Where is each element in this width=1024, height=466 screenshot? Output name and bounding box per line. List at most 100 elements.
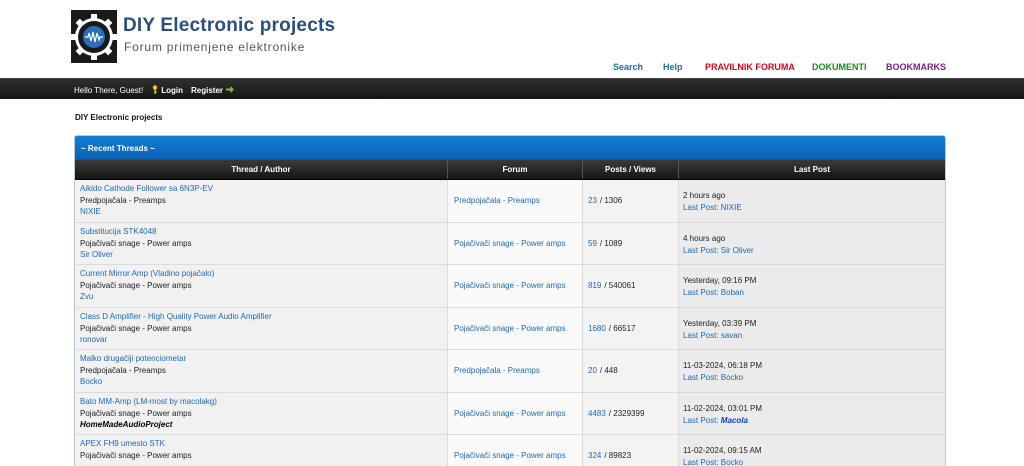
forum-link[interactable]: Predpojačala - Preamps [454, 196, 540, 205]
site-title: DIY Electronic projects [123, 15, 336, 36]
thread-author-link[interactable]: NIXIE [80, 206, 442, 217]
nav-user-panel: Hello There, Guest! Login Register [74, 84, 235, 96]
thread-title-link[interactable]: Substitucija STK4048 [80, 226, 442, 238]
last-post-prefix[interactable]: Last Post: [683, 373, 721, 382]
last-post-time: Yesterday, 09:16 PM [683, 276, 757, 285]
search-link[interactable]: Search [613, 62, 643, 72]
register-link[interactable]: Register [191, 86, 223, 95]
last-post-cell: 4 hours ago Last Post: Sir Oliver [679, 222, 945, 264]
last-post-user-link[interactable]: Boban [721, 288, 744, 297]
forum-link[interactable]: Pojačivači snage - Power amps [454, 451, 566, 460]
column-forum: Forum [448, 160, 583, 179]
threads-table-body: Aikido Cathode Follower sa 6N3P-EV Predpo… [75, 180, 945, 466]
column-last-post: Last Post [793, 165, 830, 174]
forum-cell: Pojačivači snage - Power amps [448, 307, 583, 349]
posts-count-link[interactable]: 23 [588, 196, 597, 205]
last-post-user-link[interactable]: savan [721, 331, 742, 340]
thread-forum-text: Predpojačala - Preamps [80, 196, 166, 205]
table-row: Substitucija STK4048 Pojačivači snage - P… [75, 222, 945, 265]
posts-count-link[interactable]: 4483 [588, 409, 606, 418]
last-post-cell: Yesterday, 03:39 PM Last Post: savan [679, 307, 945, 349]
thread-author-link[interactable]: Zvu [80, 291, 442, 302]
posts-views-cell: 20/ 448 [583, 350, 679, 392]
posts-count-link[interactable]: 819 [588, 281, 601, 290]
thread-title-link[interactable]: Class D Amplifier - High Quality Power A… [80, 311, 442, 323]
posts-count-link[interactable]: 59 [588, 239, 597, 248]
posts-views-cell: 324/ 89823 [583, 435, 679, 466]
last-post-line: Last Post: Bocko [683, 372, 945, 384]
last-post-cell: 2 hours ago Last Post: NIXIE [679, 180, 945, 222]
table-row: Current Mirror Amp (Vladino pojačalo) Poj… [75, 265, 945, 308]
last-post-time: 4 hours ago [683, 233, 726, 243]
thread-title-link[interactable]: Malko drugačiji potenciometar [80, 353, 442, 365]
thread-forum-text: Pojačivači snage - Power amps [80, 408, 192, 418]
posts-views-cell: 4483/ 2329399 [583, 392, 679, 434]
thread-author-link[interactable]: Sir Oliver [80, 249, 442, 260]
posts-count-link[interactable]: 324 [588, 451, 601, 460]
last-post-user-link[interactable]: Bocko [721, 458, 743, 466]
last-post-prefix[interactable]: Last Post: [683, 288, 721, 297]
last-post-user-link[interactable]: Macola [721, 416, 748, 425]
thread-forum-text: Pojačivači snage - Power amps [80, 323, 192, 333]
table-row: Aikido Cathode Follower sa 6N3P-EV Predpo… [75, 180, 945, 223]
table-row: Bato MM-Amp (LM-most by macolakg) Pojačiv… [75, 392, 945, 435]
last-post-line: Last Post: savan [683, 330, 945, 342]
help-link[interactable]: Help [663, 62, 683, 72]
last-post-prefix[interactable]: Last Post: [683, 246, 721, 255]
thread-cell: Aikido Cathode Follower sa 6N3P-EV Predpo… [75, 180, 448, 222]
thread-title-link[interactable]: APEX FH9 umesto STK [80, 438, 442, 450]
forum-link[interactable]: Pojačivači snage - Power amps [454, 281, 566, 290]
site-logo[interactable] [71, 10, 117, 63]
bookmarks-link[interactable]: BOOKMARKS [886, 62, 946, 72]
forum-link[interactable]: Pojačivači snage - Power amps [454, 409, 566, 418]
table-header: Thread / Author Forum Posts / Views Last… [75, 160, 945, 180]
thread-cell: Class D Amplifier - High Quality Power A… [75, 307, 448, 349]
key-icon [152, 84, 158, 96]
posts-count-link[interactable]: 1680 [588, 324, 606, 333]
forum-link[interactable]: Pojačivači snage - Power amps [454, 324, 566, 333]
posts-count-link[interactable]: 20 [588, 366, 597, 375]
last-post-user-link[interactable]: Sir Oliver [721, 246, 754, 255]
last-post-prefix[interactable]: Last Post: [683, 331, 721, 340]
thread-cell: Malko drugačiji potenciometar Predpojačal… [75, 350, 448, 392]
last-post-prefix[interactable]: Last Post: [683, 458, 721, 466]
last-post-cell: 11-02-2024, 09:15 AM Last Post: Bocko [679, 435, 945, 466]
forum-cell: Predpojačala - Preamps [448, 180, 583, 222]
breadcrumb[interactable]: DIY Electronic projects [75, 113, 162, 122]
views-count: / 1089 [599, 238, 623, 248]
thread-author-link[interactable]: HomeMadeAudioProject [80, 419, 442, 430]
last-post-prefix[interactable]: Last Post: [683, 203, 721, 212]
posts-views-cell: 23/ 1306 [583, 180, 679, 222]
last-post-time: 11-03-2024, 06:18 PM [683, 361, 763, 370]
forum-link[interactable]: Predpojačala - Preamps [454, 366, 540, 375]
dokumenti-link[interactable]: DOKUMENTI [812, 62, 867, 72]
forum-cell: Predpojačala - Preamps [448, 350, 583, 392]
thread-forum-text: Pojačivači snage - Power amps [80, 281, 192, 290]
thread-title-link[interactable]: Aikido Cathode Follower sa 6N3P-EV [80, 183, 442, 195]
arrow-right-icon [226, 85, 235, 95]
thread-forum-text: Predpojačala - Preamps [80, 366, 166, 375]
last-post-user-link[interactable]: NIXIE [721, 203, 742, 212]
last-post-line: Last Post: Bocko [683, 457, 945, 466]
forum-cell: Pojačivači snage - Power amps [448, 222, 583, 264]
thread-forum-text: Pojačivači snage - Power amps [80, 451, 192, 460]
last-post-line: Last Post: NIXIE [683, 202, 945, 214]
last-post-line: Last Post: Macola [683, 415, 945, 427]
site-header: DIY Electronic projects Forum primenjene… [0, 0, 1024, 78]
thread-cell: Substitucija STK4048 Pojačivači snage - P… [75, 222, 448, 264]
forum-link[interactable]: Pojačivači snage - Power amps [454, 239, 566, 248]
pravilnik-foruma-link[interactable]: PRAVILNIK FORUMA [705, 62, 795, 72]
thread-author-link[interactable]: Bocko [80, 376, 442, 387]
last-post-time: 11-02-2024, 03:01 PM [683, 403, 763, 413]
thread-title-link[interactable]: Current Mirror Amp (Vladino pojačalo) [80, 268, 442, 280]
posts-views-cell: 819/ 540061 [583, 265, 679, 307]
thread-author-link[interactable]: ronovar [80, 334, 442, 345]
posts-views-cell: 1680/ 66517 [583, 307, 679, 349]
recent-threads-heading[interactable]: ~ Recent Threads ~ [75, 136, 945, 160]
last-post-prefix[interactable]: Last Post: [683, 416, 721, 425]
login-link[interactable]: Login [161, 86, 183, 95]
last-post-user-link[interactable]: Bocko [721, 373, 743, 382]
views-count: / 1306 [599, 196, 623, 206]
views-count: / 89823 [604, 451, 632, 461]
thread-title-link[interactable]: Bato MM-Amp (LM-most by macolakg) [80, 396, 442, 408]
